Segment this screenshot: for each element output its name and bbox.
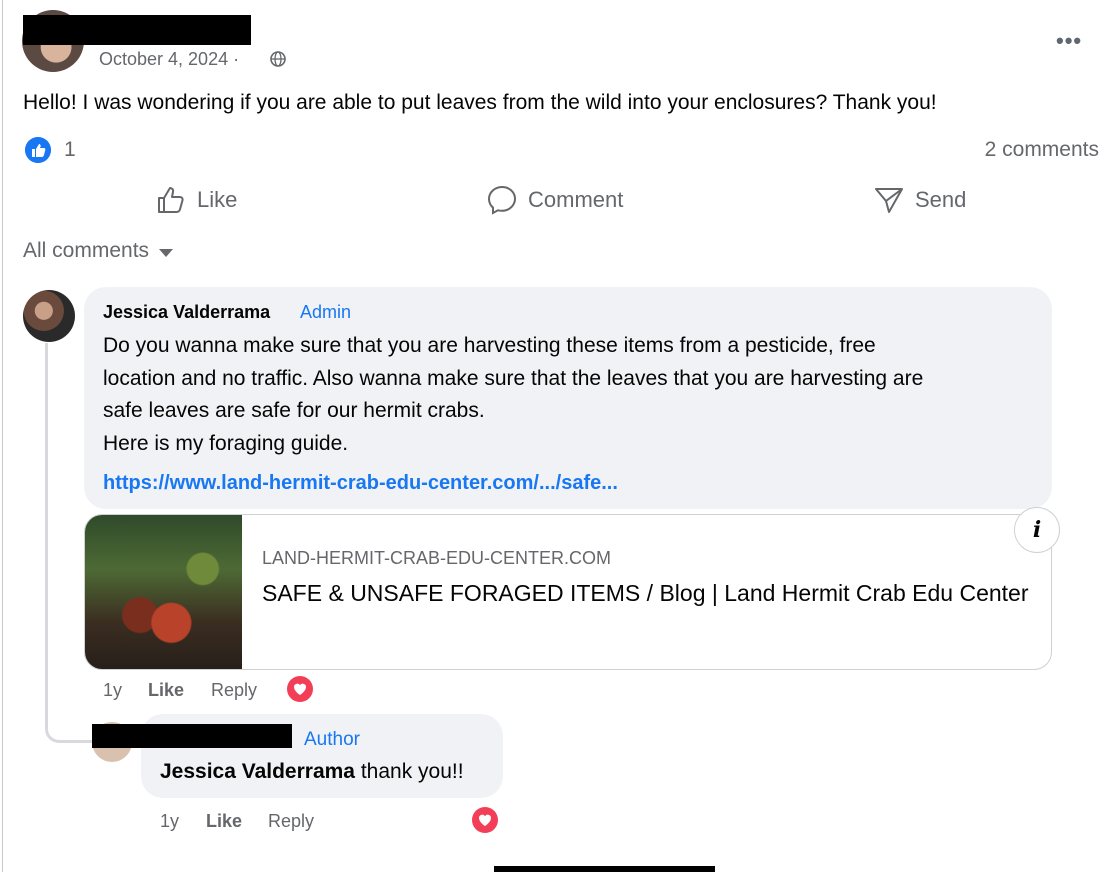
- reaction-count[interactable]: 1: [64, 138, 76, 162]
- comment-author-name[interactable]: Jessica Valderrama: [103, 302, 270, 323]
- link-preview-title[interactable]: SAFE & UNSAFE FORAGED ITEMS / Blog | Lan…: [262, 577, 1042, 609]
- window-left-border: [2, 0, 3, 872]
- redacted-bottom-bar: [494, 866, 715, 872]
- redacted-author-name: [23, 15, 251, 45]
- heart-icon: [294, 683, 306, 695]
- heart-icon: [479, 814, 491, 826]
- send-button-label: Send: [915, 187, 967, 212]
- reply-text-body: thank you!!: [355, 760, 464, 783]
- like-button[interactable]: Like: [155, 184, 237, 216]
- reply-reply-button[interactable]: Reply: [268, 811, 314, 832]
- comment-icon: [487, 185, 517, 215]
- globe-icon: [270, 51, 286, 67]
- comment-button[interactable]: Comment: [486, 184, 623, 216]
- reply-like-button[interactable]: Like: [206, 811, 242, 832]
- comment-link[interactable]: https://www.land-hermit-crab-edu-center.…: [103, 472, 618, 495]
- like-reaction-icon[interactable]: [25, 137, 51, 163]
- caret-down-icon: [159, 249, 174, 257]
- post-date[interactable]: October 4, 2024 ·: [99, 49, 239, 70]
- heart-reaction-icon[interactable]: [287, 676, 313, 702]
- reply-timestamp[interactable]: 1y: [160, 811, 179, 832]
- comments-count[interactable]: 2 comments: [985, 138, 1099, 162]
- reply-mention[interactable]: Jessica Valderrama: [160, 760, 355, 783]
- link-preview-domain: LAND-HERMIT-CRAB-EDU-CENTER.COM: [262, 548, 612, 568]
- post-text: Hello! I was wondering if you are able t…: [23, 91, 937, 114]
- info-icon[interactable]: i: [1014, 507, 1060, 553]
- author-badge: Author: [304, 729, 360, 750]
- admin-badge: Admin: [300, 302, 352, 322]
- more-options-icon[interactable]: •••: [1056, 28, 1082, 54]
- comment-like-button[interactable]: Like: [148, 680, 184, 701]
- comment-timestamp[interactable]: 1y: [103, 680, 122, 701]
- redacted-reply-author-name: [92, 724, 292, 748]
- reply-heart-reaction-icon[interactable]: [472, 807, 498, 833]
- comment-button-label: Comment: [528, 187, 624, 212]
- reply-text: Jessica Valderrama thank you!!: [160, 760, 464, 784]
- thumbs-up-icon: [158, 187, 184, 213]
- commenter-avatar[interactable]: [23, 290, 75, 342]
- send-button[interactable]: Send: [873, 184, 966, 216]
- like-button-label: Like: [197, 187, 238, 212]
- comments-filter-label: All comments: [23, 239, 150, 262]
- comments-filter-dropdown[interactable]: All comments: [23, 239, 174, 263]
- send-icon: [875, 188, 903, 213]
- link-preview-thumbnail: [85, 515, 242, 669]
- comment-reply-button[interactable]: Reply: [211, 680, 257, 701]
- comment-text: Do you wanna make sure that you are harv…: [103, 334, 924, 455]
